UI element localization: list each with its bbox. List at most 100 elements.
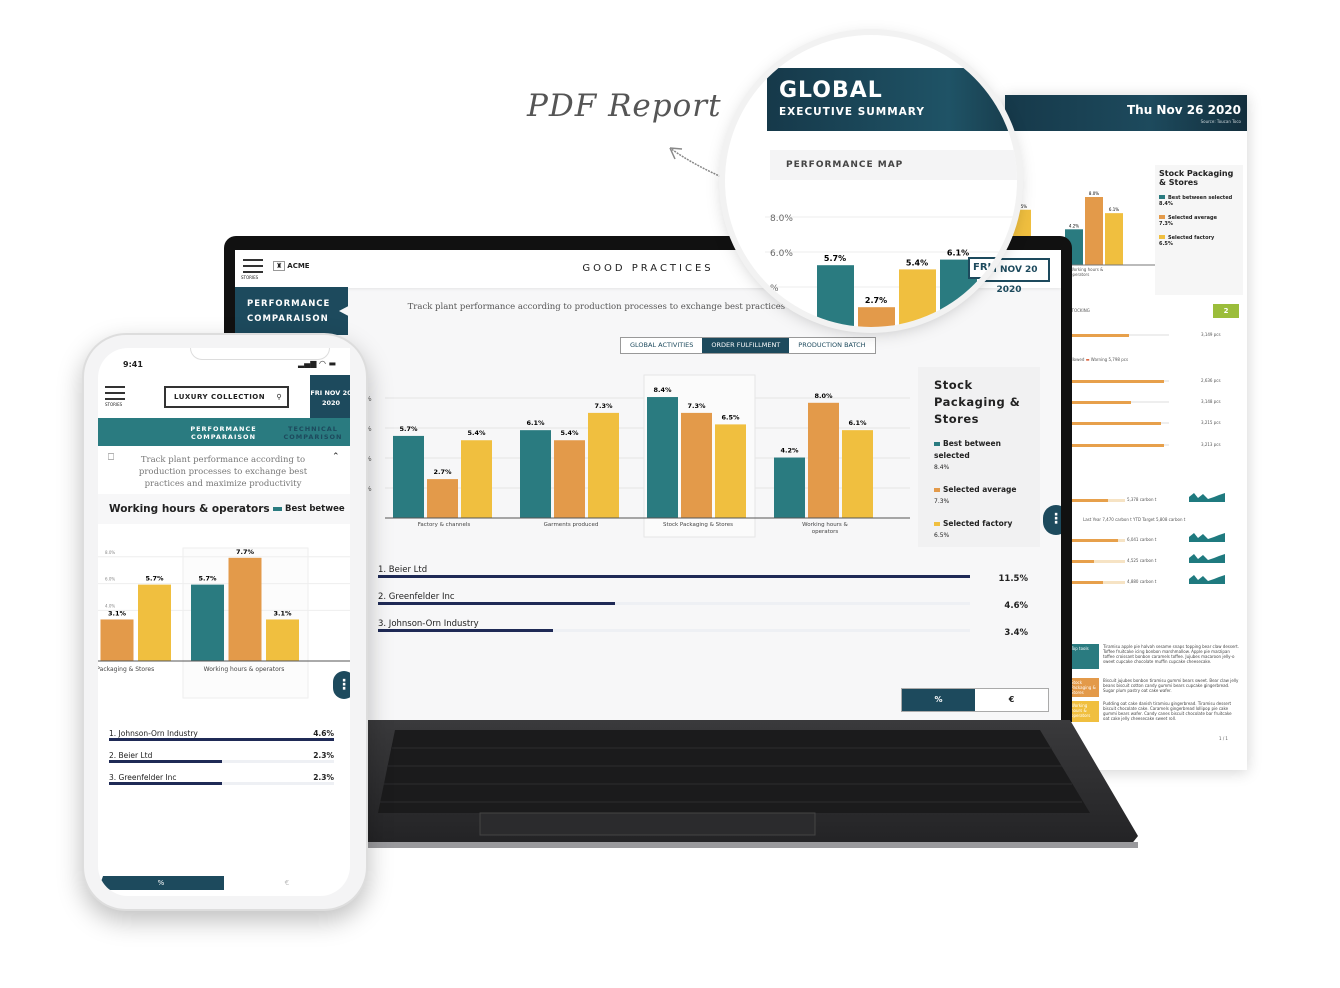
phone-chart-title: Working hours & operators	[109, 503, 270, 515]
pdf-mini-category: Working hours & operators	[1070, 267, 1104, 277]
bookmark-icon[interactable]: ⎕	[108, 452, 114, 463]
y-tick: 6.0%	[105, 577, 115, 582]
bar-label: 4.2%	[780, 447, 799, 455]
bar[interactable]	[228, 557, 262, 661]
more-options-button[interactable]: ⋮	[1043, 505, 1061, 535]
x-tick: Working hours &	[802, 522, 848, 528]
tab-order-fulfillment[interactable]: ORDER FULFILLMENT	[702, 338, 790, 353]
legend-warning: Warning	[1090, 357, 1108, 362]
legend-ytd-value: 5,808 carbon t	[1155, 517, 1186, 522]
x-tick: Working hours & operators	[204, 666, 285, 673]
tab-performance[interactable]: PERFORMANCE COMPARAISON	[186, 425, 261, 441]
y-tick: 8.0%	[105, 550, 115, 555]
ranking-item: 1. Beier Ltd 11.5%	[378, 565, 1028, 584]
x-tick: Stock Packaging & Stores	[663, 522, 733, 528]
page-badge: 2	[1213, 304, 1239, 318]
bar[interactable]	[520, 430, 551, 518]
phone-screen: 9:41 ▂▄▆ ◠ ▬ STORIES LUXURY COLLECTION ⚲ …	[98, 348, 350, 896]
sparkline	[1189, 533, 1225, 542]
bar[interactable]	[842, 430, 873, 518]
sparkline	[1189, 554, 1225, 563]
legend-item: Selected factory 6.5%	[934, 519, 1013, 539]
phone-legend: Best betwee	[273, 504, 345, 514]
tab-performance-comparaison[interactable]: PERFORMANCE COMPARAISON	[235, 287, 348, 335]
bar	[817, 265, 854, 327]
legend-warning-value: 5,798 pcs	[1108, 357, 1129, 362]
bar[interactable]	[554, 440, 585, 518]
bar[interactable]	[461, 440, 492, 518]
bar[interactable]	[715, 424, 746, 518]
bar[interactable]	[427, 479, 458, 518]
toggle-euro[interactable]: €	[975, 689, 1048, 711]
pdf-carbon-legend: Last Year 7,470 carbon t YTD Target 5,80…	[1083, 517, 1203, 522]
bar[interactable]	[138, 584, 171, 661]
bar[interactable]	[100, 619, 134, 661]
legend-title: Stock Packaging & Stores	[934, 378, 1021, 426]
bar-label: 6.1%	[526, 419, 545, 427]
legend-label: Best betwee	[285, 504, 345, 514]
bar-label: 5.4%	[560, 429, 579, 437]
x-tick: operators	[812, 529, 839, 535]
bar-label: 7.3%	[687, 402, 706, 410]
bar[interactable]	[588, 412, 619, 518]
phone-more-button[interactable]: ⋮	[333, 671, 350, 699]
ranking-list: 1. Beier Ltd 11.5% 2. Greenfelder Inc 4.6% 3…	[378, 565, 1028, 646]
bar[interactable]	[774, 457, 805, 518]
ranking-item: 1. Johnson-Orn Industry 4.6%	[109, 729, 334, 741]
bar-label: 6.1%	[947, 249, 969, 258]
text-block-tag: Stock Packaging & Stores	[1069, 678, 1099, 697]
phone-description: Track plant performance according to pro…	[138, 455, 308, 489]
phone-menu-label: STORIES	[105, 402, 123, 407]
collection-search[interactable]: LUXURY COLLECTION ⚲	[164, 386, 289, 408]
bar	[1105, 213, 1123, 265]
search-value: LUXURY COLLECTION	[174, 393, 266, 401]
bar[interactable]	[191, 584, 224, 661]
bar-label: 6.1%	[1109, 207, 1119, 212]
bar[interactable]	[808, 402, 839, 518]
y-tick: 8.0%	[770, 214, 793, 224]
tab-production-batch[interactable]: PRODUCTION BATCH	[789, 338, 874, 353]
bar[interactable]	[393, 435, 424, 518]
legend-item: Best between selected 8.4%	[934, 439, 1001, 471]
pdf-legend-item: Selected factory 6.5%	[1159, 235, 1215, 247]
pdf-legend-item: Selected average 7.3%	[1159, 215, 1217, 227]
bar-label: 7.3%	[594, 402, 613, 410]
bar	[858, 307, 895, 327]
sparkline	[1189, 575, 1225, 584]
phone-date[interactable]: FRI NOV 20 2020	[310, 375, 350, 419]
mag-title: GLOBAL	[779, 78, 883, 103]
bar-label: 8.0%	[814, 392, 833, 400]
view-tabs: GLOBAL ACTIVITIES ORDER FULFILLMENT PRODUC…	[620, 337, 876, 354]
x-tick: Factory & channels	[418, 522, 471, 528]
pdf-header: Thu Nov 26 2020 Source: Toucan Toco	[1005, 95, 1247, 131]
pdf-legend: Stock Packaging & Stores Best between se…	[1155, 165, 1243, 295]
phone-toggle-euro[interactable]: €	[224, 876, 350, 890]
y-tick: %	[770, 284, 779, 294]
bar[interactable]	[266, 619, 299, 661]
collapse-icon[interactable]: ⌃	[332, 452, 340, 462]
legend-last-year-value: 7,470 carbon t	[1102, 517, 1132, 522]
phone-toggle-percent[interactable]: %	[98, 876, 224, 890]
bar	[1085, 197, 1103, 265]
legend-ytd: YTD Target	[1133, 517, 1155, 522]
bar-label: 5.7%	[145, 575, 164, 583]
text-block: Biscuit jujubes bonbon tiramisu gummi be…	[1103, 678, 1239, 693]
bar-label: 2.7%	[433, 468, 452, 476]
ranking-item: 2. Beier Ltd 2.3%	[109, 751, 334, 763]
bar-label: 8.4%	[653, 386, 672, 394]
pdf-page-number: 1 / 1	[1219, 736, 1228, 741]
pdf-source: Source: Toucan Toco	[1200, 119, 1241, 124]
laptop-bar-chart: %%%%5.7%2.7%5.4%Factory & channels6.1%5.…	[365, 374, 910, 538]
tab-global-activities[interactable]: GLOBAL ACTIVITIES	[621, 338, 702, 353]
pdf-stock-header: STOCKING	[1069, 308, 1090, 313]
mag-header: GLOBAL EXECUTIVE SUMMARY	[767, 68, 1017, 131]
bar-label: 5.7%	[824, 254, 846, 263]
tab-technical[interactable]: TECHNICAL COMPARISON	[278, 425, 348, 441]
bar[interactable]	[647, 397, 678, 518]
laptop-keyboard-base	[360, 720, 1138, 848]
text-block-tag: Top tools	[1069, 644, 1099, 669]
toggle-percent[interactable]: %	[902, 689, 975, 711]
bar-label: 5.4%	[906, 258, 928, 267]
pdf-stock-legend: allowed ▬ Warning 5,798 pcs	[1069, 357, 1129, 362]
bar[interactable]	[681, 412, 712, 518]
